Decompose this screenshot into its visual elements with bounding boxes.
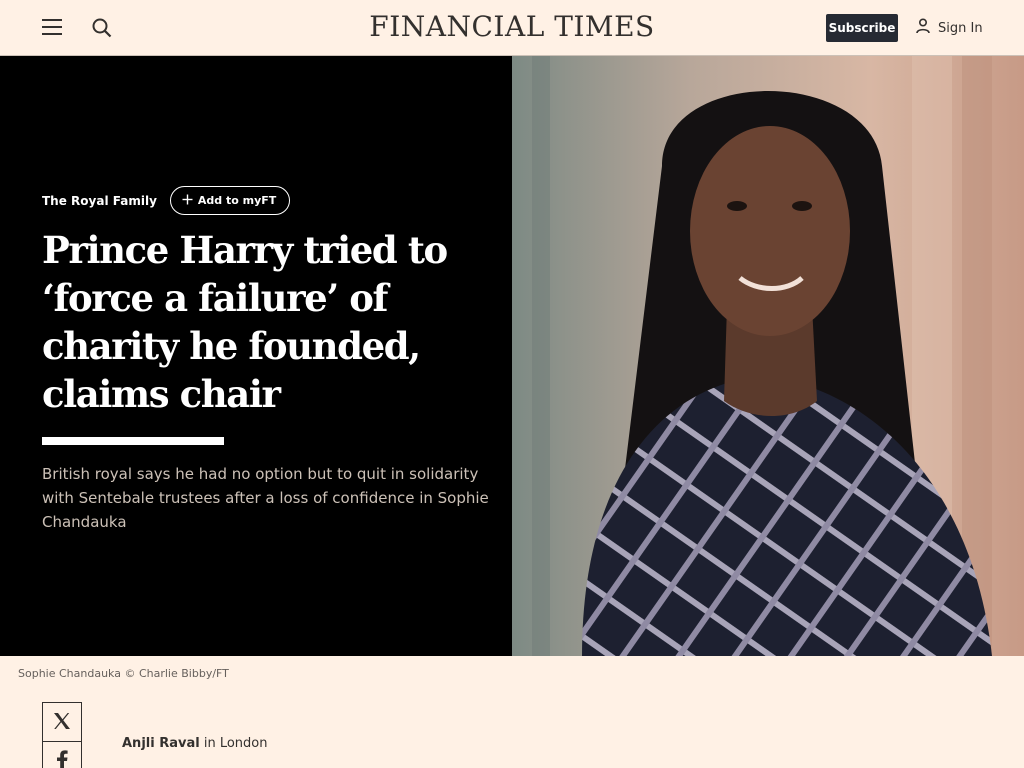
headline-rule: [42, 437, 224, 445]
byline-location: in London: [203, 736, 268, 751]
site-header: FINANCIAL TIMES Subscribe Sign In: [0, 0, 1024, 56]
add-to-myft-button[interactable]: Add to myFT: [169, 186, 291, 215]
plus-icon: [182, 194, 193, 208]
sign-in-label: Sign In: [938, 20, 983, 36]
subscribe-button[interactable]: Subscribe: [826, 14, 898, 42]
article-standfirst: British royal says he had no option but …: [42, 465, 489, 531]
ft-logo[interactable]: FINANCIAL TIMES: [352, 10, 672, 43]
sign-in-link[interactable]: Sign In: [916, 17, 983, 39]
x-icon: [52, 711, 72, 734]
menu-icon[interactable]: [42, 19, 62, 37]
search-icon[interactable]: [91, 17, 113, 39]
article-main-image: [512, 56, 1024, 656]
author-link[interactable]: Anjli Raval: [122, 736, 200, 751]
topic-row: The Royal Family Add to myFT: [42, 186, 291, 215]
user-icon: [916, 18, 930, 38]
article-headline: Prince Harry tried to ‘force a failure’ …: [42, 228, 448, 416]
facebook-icon: [56, 749, 68, 768]
add-to-myft-label: Add to myFT: [197, 194, 277, 207]
share-facebook-button[interactable]: [42, 741, 82, 768]
share-x-button[interactable]: [42, 702, 82, 742]
topic-link[interactable]: The Royal Family: [42, 194, 157, 208]
byline: Anjli Raval in London: [122, 736, 267, 751]
image-caption: Sophie Chandauka © Charlie Bibby/FT: [18, 667, 229, 680]
